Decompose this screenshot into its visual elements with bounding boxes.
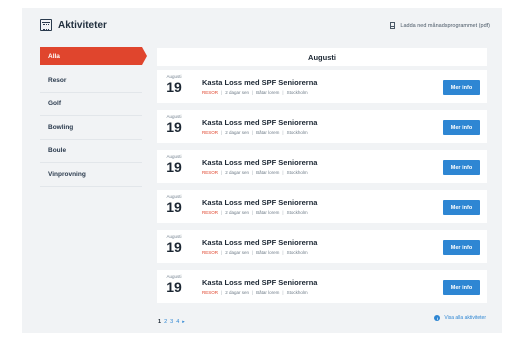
show-all-activities-link[interactable]: i Visa alla aktiviteter bbox=[434, 315, 486, 321]
event-category-tag: RESOR bbox=[202, 290, 219, 295]
show-all-activities-label: Visa alla aktiviteter bbox=[444, 315, 486, 321]
event-day: 19 bbox=[166, 239, 182, 255]
event-row: Augusti 19 Kasta Loss med SPF Seniorerna… bbox=[157, 230, 487, 263]
event-location: Stockholm bbox=[286, 130, 308, 135]
event-deadline: 2 dagar sen bbox=[225, 130, 249, 135]
event-deadline: 2 dagar sen bbox=[225, 210, 249, 215]
sidebar-item-alla[interactable]: Alla bbox=[40, 47, 147, 65]
event-category-tag: RESOR bbox=[202, 250, 219, 255]
sidebar-item-vinprovning[interactable]: Vinprovning bbox=[40, 163, 142, 187]
event-category-tag: RESOR bbox=[202, 210, 219, 215]
event-organizer: Båtar lorem bbox=[256, 210, 280, 215]
event-date: Augusti 19 bbox=[163, 154, 185, 175]
mer-info-button[interactable]: Mer info bbox=[443, 80, 480, 95]
mer-info-button[interactable]: Mer info bbox=[443, 160, 480, 175]
mer-info-button[interactable]: Mer info bbox=[443, 280, 480, 295]
event-title: Kasta Loss med SPF Seniorerna bbox=[202, 78, 318, 87]
event-row: Augusti 19 Kasta Loss med SPF Seniorerna… bbox=[157, 110, 487, 143]
event-organizer: Båtar lorem bbox=[256, 290, 280, 295]
event-row: Augusti 19 Kasta Loss med SPF Seniorerna… bbox=[157, 190, 487, 223]
event-meta: RESOR | 2 dagar sen | Båtar lorem | Stockholm bbox=[202, 250, 308, 255]
event-title: Kasta Loss med SPF Seniorerna bbox=[202, 238, 318, 247]
event-title: Kasta Loss med SPF Seniorerna bbox=[202, 158, 318, 167]
event-day: 19 bbox=[166, 159, 182, 175]
sidebar-item-golf[interactable]: Golf bbox=[40, 93, 142, 116]
event-date: Augusti 19 bbox=[163, 194, 185, 215]
event-deadline: 2 dagar sen bbox=[225, 170, 249, 175]
event-date: Augusti 19 bbox=[163, 74, 185, 95]
page-title: Aktiviteter bbox=[58, 19, 107, 31]
month-header: Augusti bbox=[157, 48, 487, 66]
mer-info-button[interactable]: Mer info bbox=[443, 240, 480, 255]
event-organizer: Båtar lorem bbox=[256, 90, 280, 95]
event-category-tag: RESOR bbox=[202, 170, 219, 175]
pagination: 1 2 3 4 ▸ bbox=[158, 319, 185, 325]
mer-info-button[interactable]: Mer info bbox=[443, 120, 480, 135]
event-meta: RESOR | 2 dagar sen | Båtar lorem | Stockholm bbox=[202, 170, 308, 175]
activities-panel: Aktiviteter Ladda ned månadsprogrammet (… bbox=[22, 8, 502, 333]
event-date: Augusti 19 bbox=[163, 114, 185, 135]
event-day: 19 bbox=[166, 199, 182, 215]
page-link-4[interactable]: 4 bbox=[176, 319, 179, 325]
event-organizer: Båtar lorem bbox=[256, 170, 280, 175]
event-row: Augusti 19 Kasta Loss med SPF Seniorerna… bbox=[157, 150, 487, 183]
event-deadline: 2 dagar sen bbox=[225, 290, 249, 295]
event-organizer: Båtar lorem bbox=[256, 130, 280, 135]
event-category-tag: RESOR bbox=[202, 130, 219, 135]
mer-info-button[interactable]: Mer info bbox=[443, 200, 480, 215]
event-location: Stockholm bbox=[286, 290, 308, 295]
event-meta: RESOR | 2 dagar sen | Båtar lorem | Stockholm bbox=[202, 90, 308, 95]
event-location: Stockholm bbox=[286, 170, 308, 175]
event-date: Augusti 19 bbox=[163, 234, 185, 255]
page-link-3[interactable]: 3 bbox=[170, 319, 173, 325]
event-day: 19 bbox=[166, 279, 182, 295]
event-deadline: 2 dagar sen bbox=[225, 250, 249, 255]
next-page-icon[interactable]: ▸ bbox=[182, 319, 185, 325]
event-organizer: Båtar lorem bbox=[256, 250, 280, 255]
sidebar-item-resor[interactable]: Resor bbox=[40, 69, 142, 93]
event-row: Augusti 19 Kasta Loss med SPF Seniorerna… bbox=[157, 270, 487, 303]
event-date: Augusti 19 bbox=[163, 274, 185, 295]
page-link-1[interactable]: 1 bbox=[158, 319, 161, 325]
page-link-2[interactable]: 2 bbox=[164, 319, 167, 325]
event-meta: RESOR | 2 dagar sen | Båtar lorem | Stockholm bbox=[202, 130, 308, 135]
download-program-label: Ladda ned månadsprogrammet (pdf) bbox=[400, 22, 490, 29]
download-program-link[interactable]: Ladda ned månadsprogrammet (pdf) bbox=[390, 22, 490, 29]
event-location: Stockholm bbox=[286, 210, 308, 215]
event-title: Kasta Loss med SPF Seniorerna bbox=[202, 198, 318, 207]
event-meta: RESOR | 2 dagar sen | Båtar lorem | Stockholm bbox=[202, 210, 308, 215]
event-deadline: 2 dagar sen bbox=[225, 90, 249, 95]
event-title: Kasta Loss med SPF Seniorerna bbox=[202, 278, 318, 287]
category-sidebar: Alla Resor Golf Bowling Boule Vinprovnin… bbox=[40, 47, 147, 187]
event-meta: RESOR | 2 dagar sen | Båtar lorem | Stockholm bbox=[202, 290, 308, 295]
page-header: Aktiviteter bbox=[40, 19, 107, 31]
event-category-tag: RESOR bbox=[202, 90, 219, 95]
info-icon: i bbox=[434, 315, 441, 321]
calendar-icon bbox=[40, 19, 52, 31]
event-day: 19 bbox=[166, 79, 182, 95]
event-day: 19 bbox=[166, 119, 182, 135]
sidebar-item-bowling[interactable]: Bowling bbox=[40, 116, 142, 140]
event-location: Stockholm bbox=[286, 90, 308, 95]
event-row: Augusti 19 Kasta Loss med SPF Seniorerna… bbox=[157, 70, 487, 103]
event-location: Stockholm bbox=[286, 250, 308, 255]
document-icon bbox=[390, 22, 396, 29]
event-title: Kasta Loss med SPF Seniorerna bbox=[202, 118, 318, 127]
sidebar-item-boule[interactable]: Boule bbox=[40, 140, 142, 163]
